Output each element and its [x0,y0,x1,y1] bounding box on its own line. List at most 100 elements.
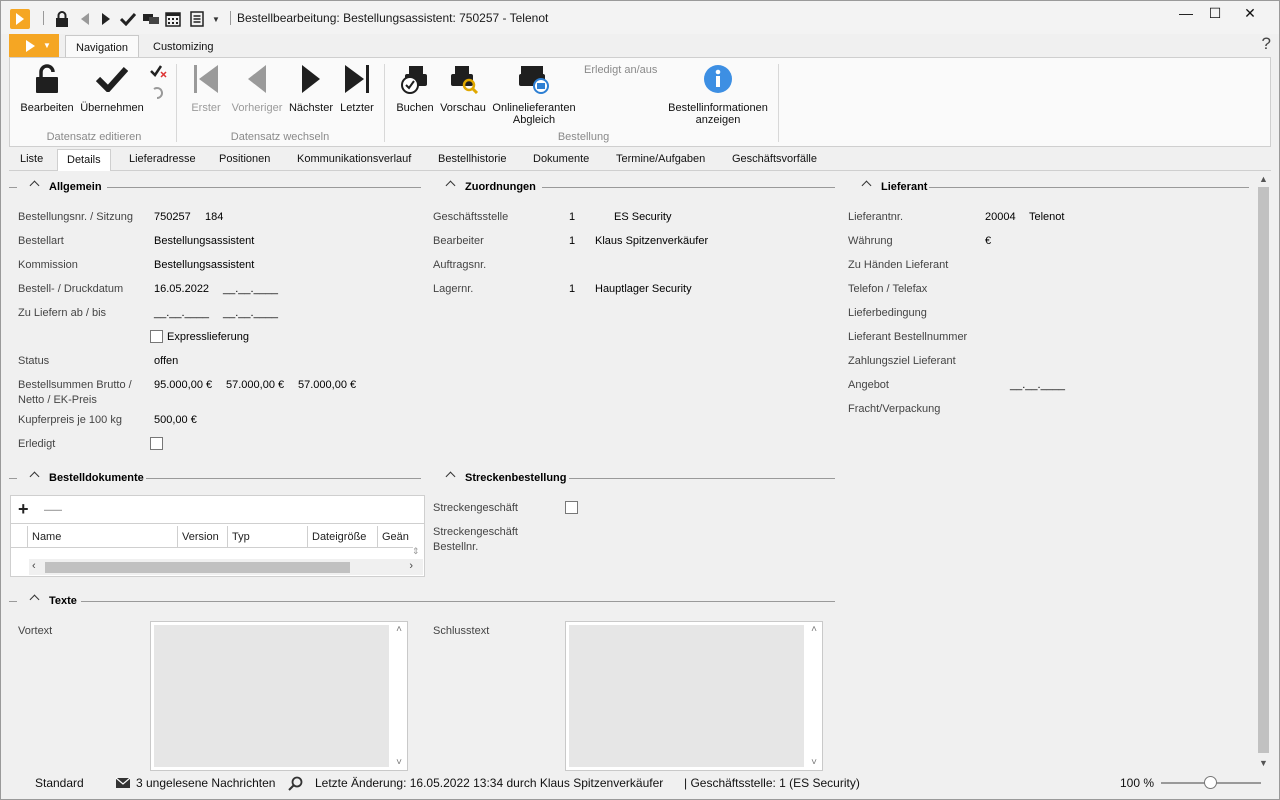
search-icon[interactable] [287,776,303,795]
druckdatum-field[interactable]: __.__.____ [223,283,278,295]
tab-termine-aufgaben[interactable]: Termine/Aufgaben [607,151,714,171]
back-icon[interactable] [80,10,90,28]
vorschau-button[interactable]: Vorschau [438,62,488,114]
minimize-button[interactable]: — [1171,5,1201,23]
unread-messages[interactable]: 3 ungelesene Nachrichten [136,776,275,790]
letzter-button[interactable]: Letzter [338,62,376,114]
lieferantnr-value[interactable]: 20004 [985,211,1016,223]
dropdown-icon[interactable]: ▼ [212,10,220,28]
app-logo-icon[interactable] [10,9,30,29]
scroll-down-icon[interactable]: ˅ [396,757,402,768]
erster-button[interactable]: Erster [186,62,226,114]
tab-details[interactable]: Details [57,149,111,172]
bearbeiten-button[interactable]: Bearbeiten [20,62,74,114]
calendar-icon[interactable] [165,10,181,28]
naechster-button[interactable]: Nächster [286,62,336,114]
bestelldatum-field[interactable]: 16.05.2022 [154,283,209,295]
vertical-scrollbar[interactable]: ▲ ▼ [1256,171,1271,771]
check-icon[interactable] [120,10,136,28]
waehrung-value[interactable]: € [985,235,991,247]
mail-icon[interactable] [115,776,131,793]
section-lieferant[interactable]: Lieferant [841,179,1249,195]
scroll-up-icon[interactable]: ˄ [811,624,817,635]
uebernehmen-button[interactable]: Übernehmen [79,62,145,114]
kommission-value[interactable]: Bestellungsassistent [154,259,254,271]
bestellinformationen-button[interactable]: Bestellinformationen anzeigen [660,62,776,126]
scroll-up-icon[interactable]: ▲ [1259,174,1268,184]
chevron-up-icon[interactable] [445,471,456,482]
column-header-version[interactable]: Version [178,526,228,548]
scrollbar-thumb[interactable] [1258,187,1269,753]
scroll-left-icon[interactable]: ‹ [32,560,36,572]
chat-icon[interactable] [143,10,159,28]
buchen-button[interactable]: Buchen [394,62,436,114]
geschaeftsstelle-nr[interactable]: 1 [569,211,575,223]
chevron-up-icon[interactable] [861,180,872,191]
onlinelieferanten-button[interactable]: Onlinelieferanten Abgleich [488,62,580,126]
schlusstext-editor[interactable]: ˄ ˅ [565,621,823,771]
geschaeftsstelle-value[interactable]: ES Security [614,211,671,223]
scroll-up-icon[interactable]: ˄ [396,624,402,635]
sitzung-value[interactable]: 184 [205,211,223,223]
schlusstext-area[interactable] [569,625,804,767]
tab-navigation[interactable]: Navigation [65,35,139,58]
scrollbar-thumb[interactable] [45,562,350,573]
check-cancel-icon[interactable] [150,64,168,81]
undo-icon[interactable] [151,86,165,103]
vortext-area[interactable] [154,625,389,767]
tab-geschaeftsvorfaelle[interactable]: Geschäftsvorfälle [723,151,826,171]
chevron-up-icon[interactable] [29,180,40,191]
bearbeiter-nr[interactable]: 1 [569,235,575,247]
liefern-ab-field[interactable]: __.__.____ [154,307,209,319]
lieferant-name[interactable]: Telenot [1029,211,1064,223]
column-header-dateigroesse[interactable]: Dateigröße [308,526,378,548]
tab-dokumente[interactable]: Dokumente [524,151,598,171]
remove-document-button[interactable]: — [44,499,62,520]
horizontal-scrollbar[interactable]: ‹ › [29,559,423,575]
tab-positionen[interactable]: Positionen [210,151,279,171]
section-texte[interactable]: Texte [9,593,835,609]
chevron-up-icon[interactable] [29,471,40,482]
chevron-up-icon[interactable] [445,180,456,191]
tab-customizing[interactable]: Customizing [143,35,224,58]
layout-selector[interactable]: Standard [35,776,84,790]
zoom-slider-handle[interactable] [1204,776,1217,789]
close-button[interactable]: ✕ [1235,5,1265,23]
column-header-name[interactable]: Name [28,526,178,548]
section-allgemein[interactable]: Allgemein [9,179,421,195]
tab-lieferadresse[interactable]: Lieferadresse [120,151,205,171]
tab-kommunikationsverlauf[interactable]: Kommunikationsverlauf [288,151,420,171]
tab-liste[interactable]: Liste [11,151,52,171]
forward-icon[interactable] [101,10,111,28]
expresslieferung-checkbox[interactable] [150,330,163,343]
tab-bestellhistorie[interactable]: Bestellhistorie [429,151,515,171]
list-icon[interactable] [190,10,204,28]
dokumente-grid[interactable]: + — Name Version Typ Dateigröße Geän ⇕ ‹… [10,495,425,577]
erledigt-toggle[interactable]: Erledigt an/aus [584,64,657,76]
maximize-button[interactable]: ☐ [1200,5,1230,23]
scroll-down-icon[interactable]: ˅ [811,757,817,768]
bestellnr-value[interactable]: 750257 [154,211,191,223]
erledigt-checkbox[interactable] [150,437,163,450]
add-document-button[interactable]: + [18,499,29,520]
section-zuordnungen[interactable]: Zuordnungen [425,179,835,195]
app-menu-button[interactable]: ▼ [9,34,59,57]
lager-value[interactable]: Hauptlager Security [595,283,692,295]
scroll-right-icon[interactable]: › [409,560,413,572]
angebot-datum-field[interactable]: __.__.____ [1010,379,1065,391]
vortext-editor[interactable]: ˄ ˅ [150,621,408,771]
kupferpreis-value[interactable]: 500,00 € [154,414,197,426]
vorheriger-button[interactable]: Vorheriger [228,62,286,114]
help-icon[interactable]: ? [1262,34,1271,54]
column-header-geaendert[interactable]: Geän [378,526,413,548]
bearbeiter-value[interactable]: Klaus Spitzenverkäufer [595,235,708,247]
section-bestelldokumente[interactable]: Bestelldokumente [9,470,421,486]
liefern-bis-field[interactable]: __.__.____ [223,307,278,319]
streckengeschaeft-checkbox[interactable] [565,501,578,514]
lager-nr[interactable]: 1 [569,283,575,295]
scroll-up-down-icon[interactable]: ⇕ [412,546,420,557]
chevron-up-icon[interactable] [29,594,40,605]
scroll-down-icon[interactable]: ▼ [1259,758,1268,768]
bestellart-value[interactable]: Bestellungsassistent [154,235,254,247]
column-header-typ[interactable]: Typ [228,526,308,548]
